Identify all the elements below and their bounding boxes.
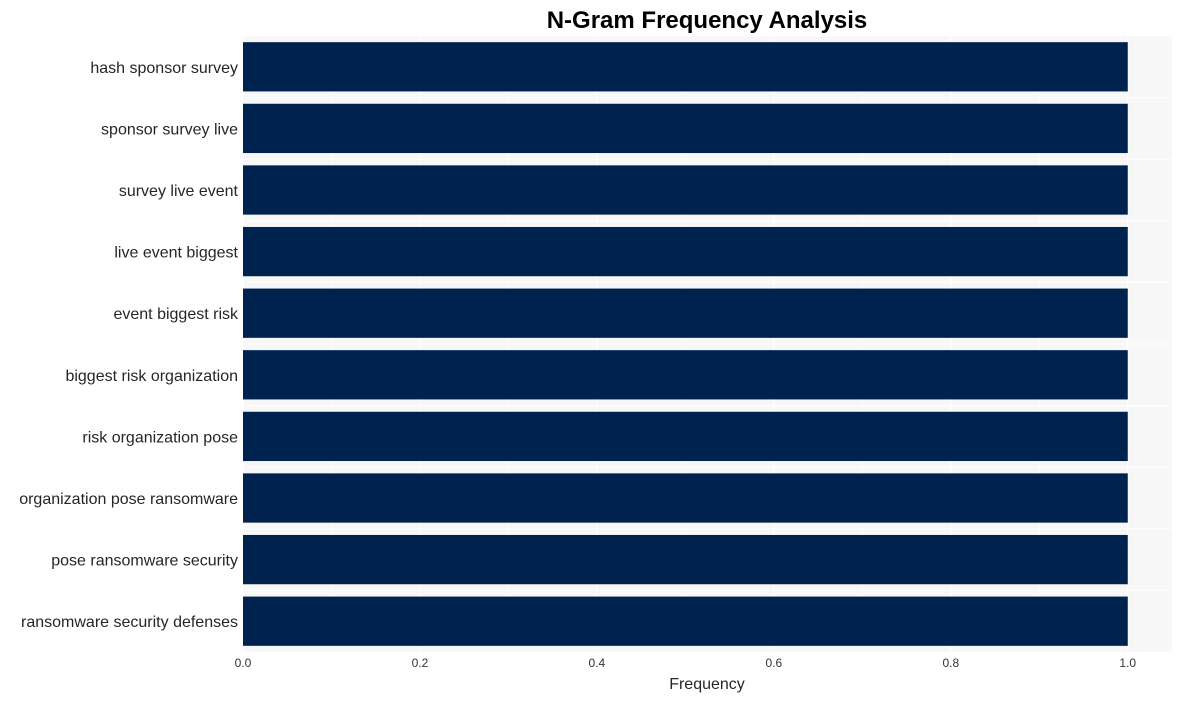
y-tick-label: organization pose ransomware [19,491,238,508]
x-tick-label: 0.6 [766,656,783,670]
x-tick-label: 0.8 [942,656,959,670]
y-tick-label: biggest risk organization [65,368,238,385]
chart: N-Gram Frequency Analysis hash sponsor s… [19,7,1172,693]
bar [243,226,1128,277]
y-axis-labels: hash sponsor survey sponsor survey live su… [19,60,239,631]
bar [243,534,1128,585]
x-axis-label: Frequency [669,676,745,693]
x-tick-label: 0.0 [235,656,252,670]
x-axis-ticks: 0.0 0.2 0.4 0.6 0.8 1.0 [235,656,1137,670]
bar [243,411,1128,462]
bar [243,596,1128,646]
y-tick-label: risk organization pose [82,429,238,446]
y-tick-label: hash sponsor survey [90,60,238,77]
x-tick-label: 0.2 [412,656,429,670]
bar [243,473,1128,523]
bar [243,288,1128,338]
y-tick-label: sponsor survey live [101,121,238,138]
y-tick-label: survey live event [119,183,239,200]
y-tick-label: ransomware security defenses [21,614,238,631]
bar [243,165,1128,215]
y-tick-label: event biggest risk [113,306,239,323]
x-tick-label: 1.0 [1119,656,1136,670]
bar [243,103,1128,154]
bar [243,350,1128,400]
y-tick-label: live event biggest [114,245,238,262]
chart-title: N-Gram Frequency Analysis [547,7,868,34]
x-tick-label: 0.4 [589,656,606,670]
y-tick-label: pose ransomware security [51,553,238,570]
bar [243,42,1128,92]
